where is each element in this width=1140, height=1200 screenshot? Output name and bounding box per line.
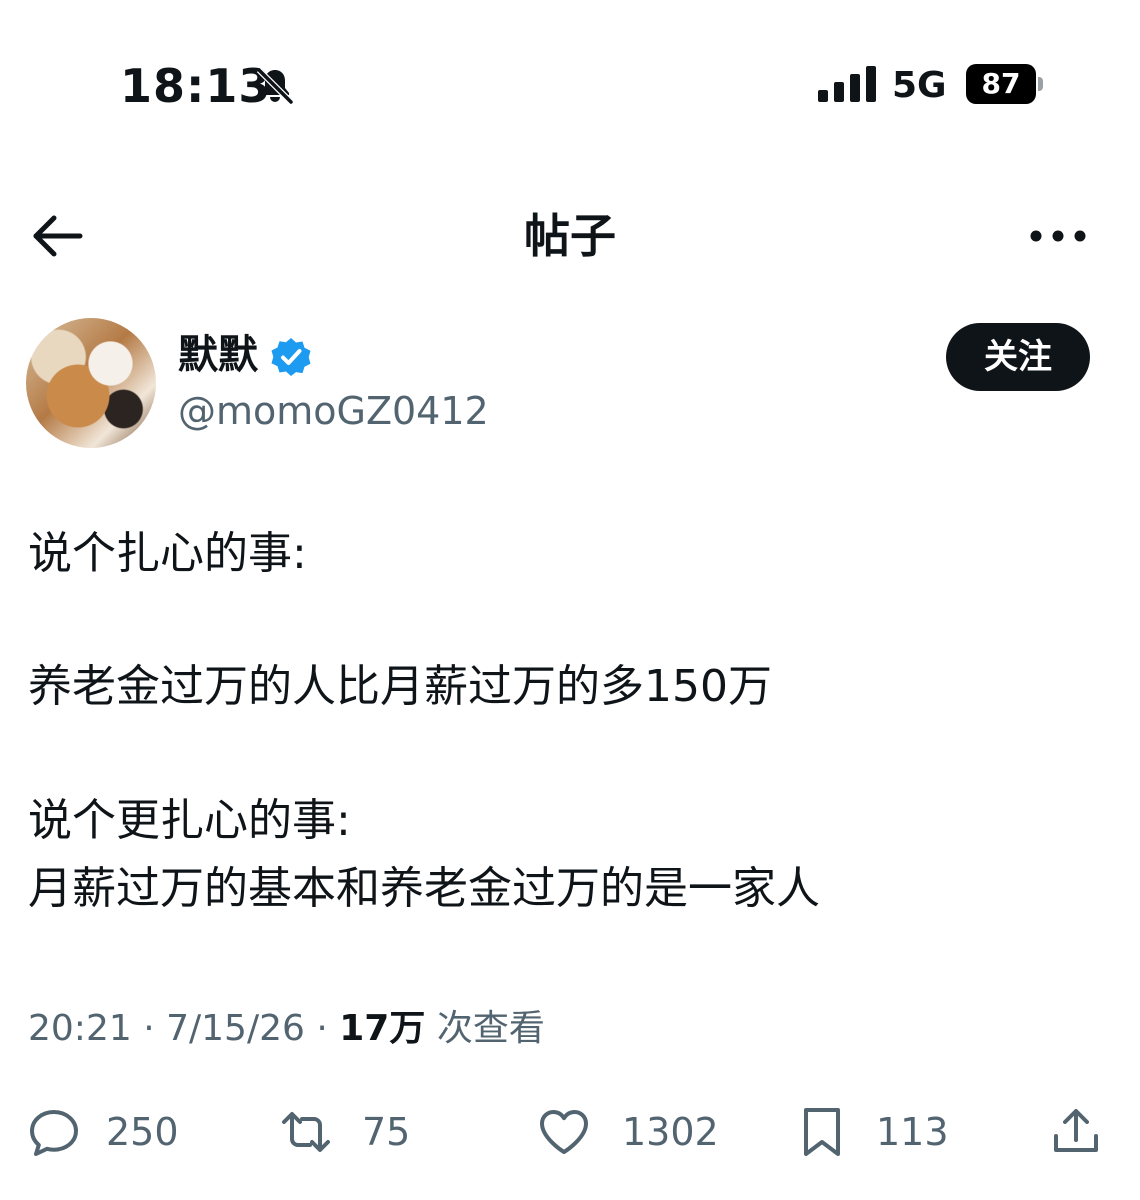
like-button[interactable]: 1302 xyxy=(536,1100,719,1164)
reply-button[interactable]: 250 xyxy=(26,1100,179,1164)
like-count: 1302 xyxy=(622,1110,719,1154)
author-handle[interactable]: @momoGZ0412 xyxy=(178,386,489,436)
repost-count: 75 xyxy=(362,1110,411,1154)
reply-icon xyxy=(30,1110,78,1156)
bookmark-icon xyxy=(804,1108,840,1156)
meta-separator: · xyxy=(143,1008,155,1049)
more-options-icon[interactable] xyxy=(1026,214,1090,258)
post-meta: 20:21 · 7/15/26 · 17万 次查看 xyxy=(28,1004,545,1054)
battery-level: 87 xyxy=(966,64,1036,104)
signal-bars-icon xyxy=(818,66,876,102)
views-count[interactable]: 17万 xyxy=(339,1008,425,1049)
views-label: 次查看 xyxy=(436,1008,545,1049)
reply-count: 250 xyxy=(106,1110,179,1154)
post-text-line: 说个更扎心的事: xyxy=(28,795,351,846)
network-type: 5G xyxy=(892,65,947,106)
post-text-line: 养老金过万的人比月薪过万的多150万 xyxy=(28,661,772,712)
post-date: 7/15/26 xyxy=(166,1008,305,1049)
battery-icon: 87 xyxy=(966,64,1046,104)
post-text-line: 说个扎心的事: xyxy=(28,528,307,579)
post-text-line: 月薪过万的基本和养老金过万的是一家人 xyxy=(28,863,820,914)
avatar[interactable] xyxy=(26,318,156,448)
repost-button[interactable]: 75 xyxy=(278,1100,410,1164)
meta-separator: · xyxy=(316,1008,328,1049)
author-name[interactable]: 默默 xyxy=(178,330,258,380)
verified-badge-icon xyxy=(271,338,311,376)
bookmark-button[interactable]: 113 xyxy=(794,1100,949,1164)
page-title: 帖子 xyxy=(524,209,616,263)
repost-icon xyxy=(282,1112,330,1152)
status-time: 18:13 xyxy=(120,59,272,113)
follow-button[interactable]: 关注 xyxy=(946,323,1090,391)
share-button[interactable] xyxy=(1048,1100,1104,1164)
heart-icon xyxy=(540,1110,588,1154)
post-time: 20:21 xyxy=(28,1008,132,1049)
bell-slash-icon xyxy=(256,67,294,105)
bookmark-count: 113 xyxy=(876,1110,949,1154)
share-icon xyxy=(1054,1109,1098,1152)
